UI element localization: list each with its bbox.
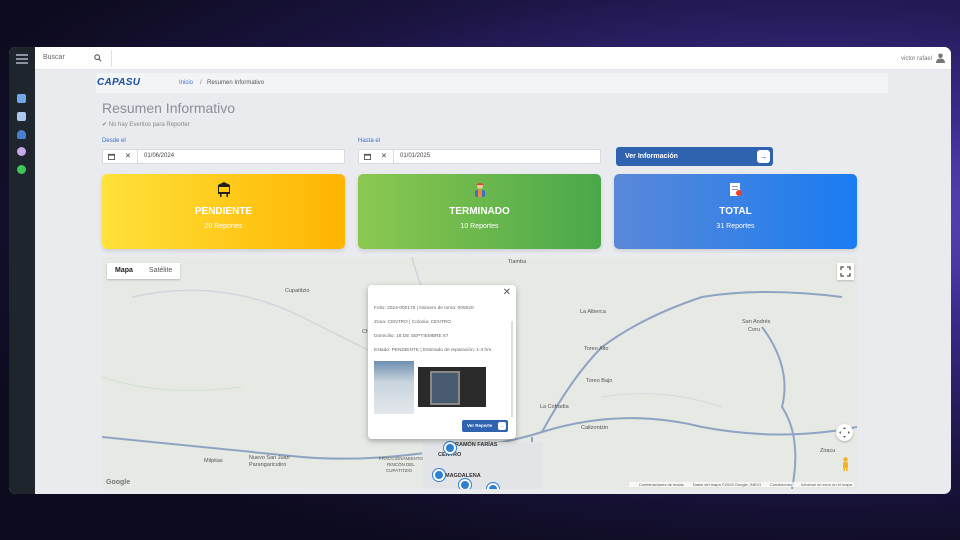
report-photo[interactable] bbox=[374, 361, 414, 414]
popup-estado: Estado: PENDIENTE | Estimado de reparaci… bbox=[374, 348, 492, 353]
pending-count: 20 Reportes bbox=[204, 223, 243, 230]
map-label: Toreo Bajo bbox=[586, 378, 613, 384]
support-icon[interactable] bbox=[17, 147, 26, 156]
map-label: La Alberca bbox=[580, 309, 606, 315]
total-card[interactable]: TOTAL 31 Reportes bbox=[614, 174, 857, 249]
ver-reporte-label: Ver Reporte bbox=[467, 423, 493, 428]
report-marker[interactable] bbox=[433, 469, 445, 481]
report-marker[interactable] bbox=[459, 479, 471, 489]
close-icon[interactable]: ✕ bbox=[503, 287, 511, 298]
map-label: MAGDALENA bbox=[445, 473, 481, 479]
map-label: Nuevo San Juan bbox=[249, 455, 290, 461]
map-footer: Combinaciones de teclas Datos del mapa ©… bbox=[628, 482, 854, 487]
pegman-icon[interactable] bbox=[841, 457, 850, 471]
arrow-right-icon: → bbox=[757, 150, 770, 163]
map-camera-control[interactable] bbox=[836, 424, 853, 441]
calendar-icon[interactable] bbox=[108, 153, 115, 160]
calendar-icon[interactable] bbox=[364, 153, 371, 160]
divider bbox=[111, 50, 112, 67]
report-error-link[interactable]: Informar un error en el mapa bbox=[801, 482, 852, 487]
page-title: Resumen Informativo bbox=[102, 100, 236, 116]
popup-scrollbar[interactable] bbox=[511, 321, 513, 417]
done-count: 10 Reportes bbox=[460, 223, 499, 230]
sidebar bbox=[9, 47, 35, 494]
report-marker[interactable] bbox=[487, 483, 499, 489]
ver-reporte-button[interactable]: Ver Reporte → bbox=[462, 420, 508, 432]
map-label: La Cofradía bbox=[540, 404, 569, 410]
pending-card[interactable]: PENDIENTE 20 Reportes bbox=[102, 174, 345, 249]
report-icon bbox=[729, 183, 742, 196]
to-date-input[interactable]: 01/01/2025 bbox=[393, 150, 573, 163]
map-label: Ziracu bbox=[820, 448, 836, 454]
total-title: TOTAL bbox=[719, 206, 752, 217]
popup-zona: Zona: CENTRO | Colonia: CENTRO bbox=[374, 320, 451, 325]
map-label: Cupatitzio bbox=[285, 288, 310, 294]
map-label: Toreo Alto bbox=[584, 346, 609, 352]
report-photo[interactable] bbox=[418, 367, 486, 407]
terms-link[interactable]: Condiciones bbox=[770, 482, 792, 487]
map-label: RAMÓN FARÍAS bbox=[455, 442, 498, 448]
breadcrumb-separator: / bbox=[200, 80, 202, 86]
menu-icon[interactable] bbox=[16, 54, 28, 64]
popup-domicilio: Domicilio: 16 DE SEPTIEMBRE 87 bbox=[374, 334, 449, 339]
map-data-credit: Datos del mapa ©2025 Google, INEGI bbox=[692, 482, 761, 487]
user-name[interactable]: victor rafael bbox=[901, 56, 932, 62]
map-label: Coru bbox=[748, 327, 760, 333]
ver-informacion-label: Ver Información bbox=[625, 153, 678, 160]
map-label: FRACCIONAMIENTO bbox=[379, 456, 423, 461]
map-type-tabs: Mapa Satélite bbox=[107, 263, 181, 279]
breadcrumb-home-link[interactable]: Inicio bbox=[179, 80, 193, 86]
popup-folio: Folio: 2024-000175 | Número de toma: 005… bbox=[374, 306, 474, 311]
map-label: Tiamba bbox=[508, 259, 527, 265]
tab-map[interactable]: Mapa bbox=[107, 263, 141, 279]
dashboard-icon[interactable] bbox=[17, 94, 26, 103]
warning-sign-icon bbox=[217, 182, 230, 197]
document-icon[interactable] bbox=[17, 112, 26, 121]
user-admin-icon[interactable] bbox=[17, 130, 26, 139]
from-date-input[interactable]: 01/06/2024 bbox=[137, 150, 317, 163]
capasu-logo: CAPASU bbox=[97, 77, 141, 88]
user-icon[interactable] bbox=[936, 53, 945, 63]
arrow-right-icon: → bbox=[498, 422, 506, 430]
clear-icon[interactable]: ✕ bbox=[381, 152, 387, 160]
add-icon[interactable] bbox=[17, 165, 26, 174]
fullscreen-icon bbox=[840, 266, 851, 277]
app-window: Buscar victor rafael CAPASU Inicio / Res… bbox=[9, 47, 951, 494]
tab-satellite[interactable]: Satélite bbox=[141, 263, 180, 279]
google-logo: Google bbox=[106, 479, 131, 486]
keyboard-shortcuts-link[interactable]: Combinaciones de teclas bbox=[639, 482, 684, 487]
breadcrumb: CAPASU Inicio / Resumen Informativo bbox=[96, 73, 888, 93]
search-input[interactable]: Buscar bbox=[43, 54, 65, 61]
to-date-label: Hasta el bbox=[358, 138, 381, 144]
map-view[interactable]: Mapa Satélite Tiamba Cupatitzio La Alber… bbox=[102, 257, 857, 489]
search-icon[interactable] bbox=[94, 54, 102, 62]
from-date-field[interactable]: ✕ 01/06/2024 bbox=[102, 149, 345, 164]
ver-informacion-button[interactable]: Ver Información → bbox=[616, 147, 773, 166]
to-date-field[interactable]: ✕ 01/01/2025 bbox=[358, 149, 601, 164]
map-label: Milpitas bbox=[204, 458, 223, 464]
no-events-message: ✔ No hay Eventos para Reporter bbox=[102, 122, 190, 128]
clear-icon[interactable]: ✕ bbox=[125, 152, 131, 160]
worker-icon bbox=[474, 183, 485, 197]
map-label: San Andrés bbox=[742, 319, 771, 325]
report-popup: ✕ Folio: 2024-000175 | Número de toma: 0… bbox=[368, 285, 516, 439]
breadcrumb-current: Resumen Informativo bbox=[207, 80, 265, 86]
map-label: CUPATITZIO bbox=[386, 468, 413, 473]
total-count: 31 Reportes bbox=[716, 223, 755, 230]
done-card[interactable]: TERMINADO 10 Reportes bbox=[358, 174, 601, 249]
pending-title: PENDIENTE bbox=[194, 206, 253, 217]
map-label: Caltzontzin bbox=[581, 425, 609, 431]
done-title: TERMINADO bbox=[449, 206, 510, 217]
top-bar: Buscar victor rafael bbox=[35, 47, 951, 70]
map-label: Parangaricutiro bbox=[249, 462, 287, 468]
fullscreen-button[interactable] bbox=[837, 263, 854, 280]
map-label: RINCÓN DEL bbox=[387, 462, 415, 467]
move-icon bbox=[839, 427, 850, 438]
from-date-label: Desde el bbox=[102, 138, 126, 144]
report-marker[interactable] bbox=[444, 442, 456, 454]
